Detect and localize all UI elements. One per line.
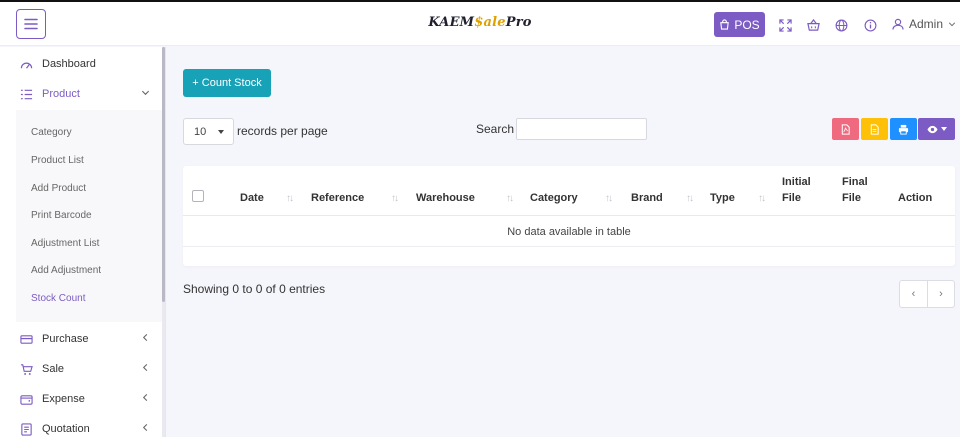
- sidebar-scrollbar-thumb[interactable]: [162, 47, 165, 302]
- sidebar-item-purchase[interactable]: Purchase: [0, 324, 162, 354]
- print-icon: [898, 124, 909, 135]
- sidebar-item-label: Purchase: [42, 333, 89, 345]
- fullscreen-button[interactable]: [778, 18, 792, 32]
- pos-button[interactable]: POS: [714, 12, 765, 37]
- sidebar-item-sale[interactable]: Sale: [0, 354, 162, 384]
- column-header-reference[interactable]: Reference: [311, 190, 364, 206]
- table-header: Date ↑↓ Reference ↑↓ Warehouse ↑↓ Catego…: [183, 166, 955, 216]
- language-button[interactable]: [834, 18, 848, 32]
- wallet-icon: [20, 394, 33, 405]
- column-header-line: Initial: [782, 176, 811, 188]
- submenu-item-add-product[interactable]: Add Product: [31, 183, 86, 197]
- chevron-down-icon: [948, 22, 956, 27]
- print-button[interactable]: [890, 118, 917, 140]
- pdf-icon: [841, 123, 850, 135]
- column-header-brand[interactable]: Brand: [631, 190, 663, 206]
- list-icon: [20, 89, 33, 99]
- user-icon: [892, 18, 904, 30]
- column-header-initial-file[interactable]: Initial File: [782, 174, 811, 206]
- pos-label: POS: [734, 17, 760, 32]
- sidebar-item-expense[interactable]: Expense: [0, 384, 162, 414]
- cart-icon: [20, 363, 33, 375]
- submenu-item-category[interactable]: Category: [31, 127, 72, 141]
- column-header-type[interactable]: Type: [710, 190, 735, 206]
- chevron-left-icon: [142, 393, 148, 402]
- submenu-item-product-list[interactable]: Product List: [31, 155, 84, 169]
- sort-icon: ↑↓: [605, 193, 613, 204]
- info-icon: [864, 19, 876, 31]
- chevron-left-icon: [142, 423, 148, 432]
- sort-icon: ↑↓: [286, 193, 294, 204]
- brand-text-2[interactable]: $ale: [474, 15, 505, 30]
- chevron-left-icon: [142, 333, 148, 342]
- sidebar-item-label: Sale: [42, 363, 65, 375]
- sidebar-item-product[interactable]: Product: [0, 79, 162, 109]
- empty-table-message: No data available in table: [183, 217, 955, 247]
- sidebar: Dashboard Product Category Product List …: [0, 47, 166, 437]
- sort-icon: ↑↓: [506, 193, 514, 204]
- count-stock-button[interactable]: + Count Stock: [183, 69, 271, 97]
- sidebar-scrollbar[interactable]: [162, 47, 165, 437]
- export-csv-button[interactable]: [861, 118, 888, 140]
- basket-button[interactable]: [806, 18, 820, 32]
- column-header-line: Final: [842, 176, 868, 188]
- column-header-category[interactable]: Category: [530, 190, 578, 206]
- caret-down-icon: [218, 130, 224, 134]
- product-submenu: Category Product List Add Product Print …: [16, 110, 162, 322]
- column-header-final-file[interactable]: Final File: [842, 174, 868, 206]
- user-menu[interactable]: Admin: [892, 15, 956, 33]
- info-button[interactable]: [863, 18, 877, 32]
- user-label: Admin: [909, 17, 944, 31]
- submenu-item-add-adjustment[interactable]: Add Adjustment: [31, 265, 101, 279]
- main-content: + Count Stock 10 records per page Search…: [166, 47, 960, 437]
- eye-icon: [926, 125, 938, 133]
- brand-text-3[interactable]: Pro: [506, 15, 532, 30]
- select-all-checkbox[interactable]: [192, 190, 204, 202]
- top-header: KAEM$alePro POS Admin: [0, 2, 960, 46]
- store-icon: [720, 19, 730, 30]
- submenu-item-stock-count[interactable]: Stock Count: [31, 293, 85, 307]
- sidebar-item-label: Dashboard: [42, 58, 96, 70]
- sort-icon: ↑↓: [391, 193, 399, 204]
- caret-down-icon: [940, 127, 947, 131]
- basket-icon: [806, 18, 820, 31]
- sidebar-item-label: Product: [42, 88, 80, 100]
- column-visibility-button[interactable]: [918, 118, 955, 140]
- column-header-line: File: [842, 192, 861, 204]
- search-label: Search: [476, 122, 515, 136]
- search-input[interactable]: [516, 118, 647, 140]
- sidebar-item-quotation[interactable]: Quotation: [0, 414, 162, 437]
- export-pdf-button[interactable]: [832, 118, 859, 140]
- column-header-line: File: [782, 192, 801, 204]
- sort-icon: ↑↓: [686, 193, 694, 204]
- menu-toggle-button[interactable]: [16, 9, 46, 39]
- pagination-next-button[interactable]: ›: [927, 281, 954, 307]
- globe-icon: [835, 19, 847, 31]
- card-icon: [20, 334, 33, 344]
- brand-text-1[interactable]: KAEM: [428, 15, 474, 30]
- chevron-left-icon: [142, 363, 148, 372]
- sort-icon: ↑↓: [758, 193, 766, 204]
- stock-count-table: Date ↑↓ Reference ↑↓ Warehouse ↑↓ Catego…: [183, 166, 955, 266]
- fullscreen-icon: [778, 18, 792, 32]
- records-per-page-label: records per page: [237, 124, 328, 138]
- column-header-warehouse[interactable]: Warehouse: [416, 190, 475, 206]
- pagination: ‹ ›: [899, 280, 955, 308]
- sidebar-item-dashboard[interactable]: Dashboard: [0, 49, 162, 79]
- menu-icon: [24, 18, 38, 30]
- submenu-item-print-barcode[interactable]: Print Barcode: [31, 210, 92, 224]
- records-per-page-value: 10: [194, 125, 207, 138]
- document-icon: [21, 422, 32, 436]
- records-per-page-select[interactable]: 10: [183, 118, 234, 145]
- column-header-date[interactable]: Date: [240, 190, 264, 206]
- submenu-item-adjustment-list[interactable]: Adjustment List: [31, 238, 99, 252]
- column-header-action: Action: [898, 192, 933, 204]
- chevron-down-icon: [141, 90, 150, 96]
- csv-icon: [870, 123, 879, 135]
- table-info: Showing 0 to 0 of 0 entries: [183, 282, 326, 296]
- speedometer-icon: [20, 62, 33, 69]
- pagination-previous-button[interactable]: ‹: [900, 281, 927, 307]
- sidebar-item-label: Expense: [42, 393, 85, 405]
- sidebar-item-label: Quotation: [42, 423, 90, 435]
